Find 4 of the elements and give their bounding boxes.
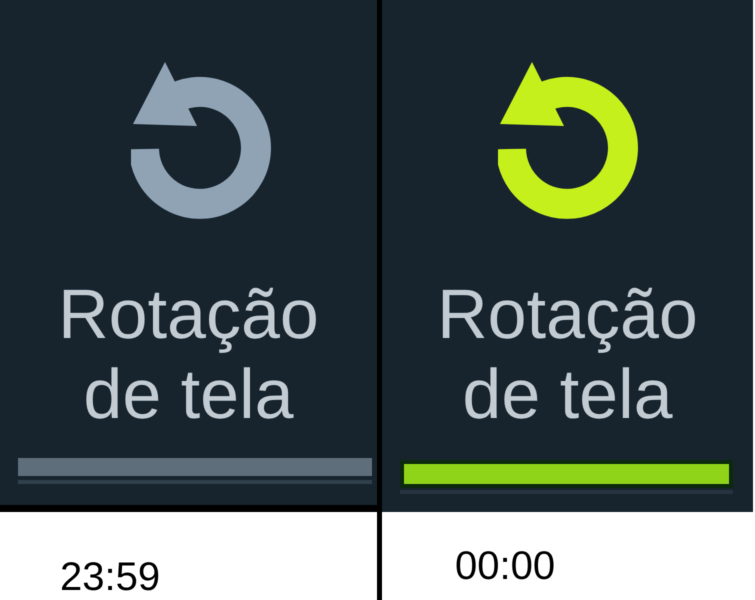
time-caption: 00:00 <box>454 543 556 586</box>
screen-rotation-tile[interactable]: Rotação de tela <box>382 0 753 512</box>
time-caption: 23:59 <box>59 554 162 597</box>
screen-rotation-tile[interactable]: Rotação de tela <box>0 0 377 512</box>
